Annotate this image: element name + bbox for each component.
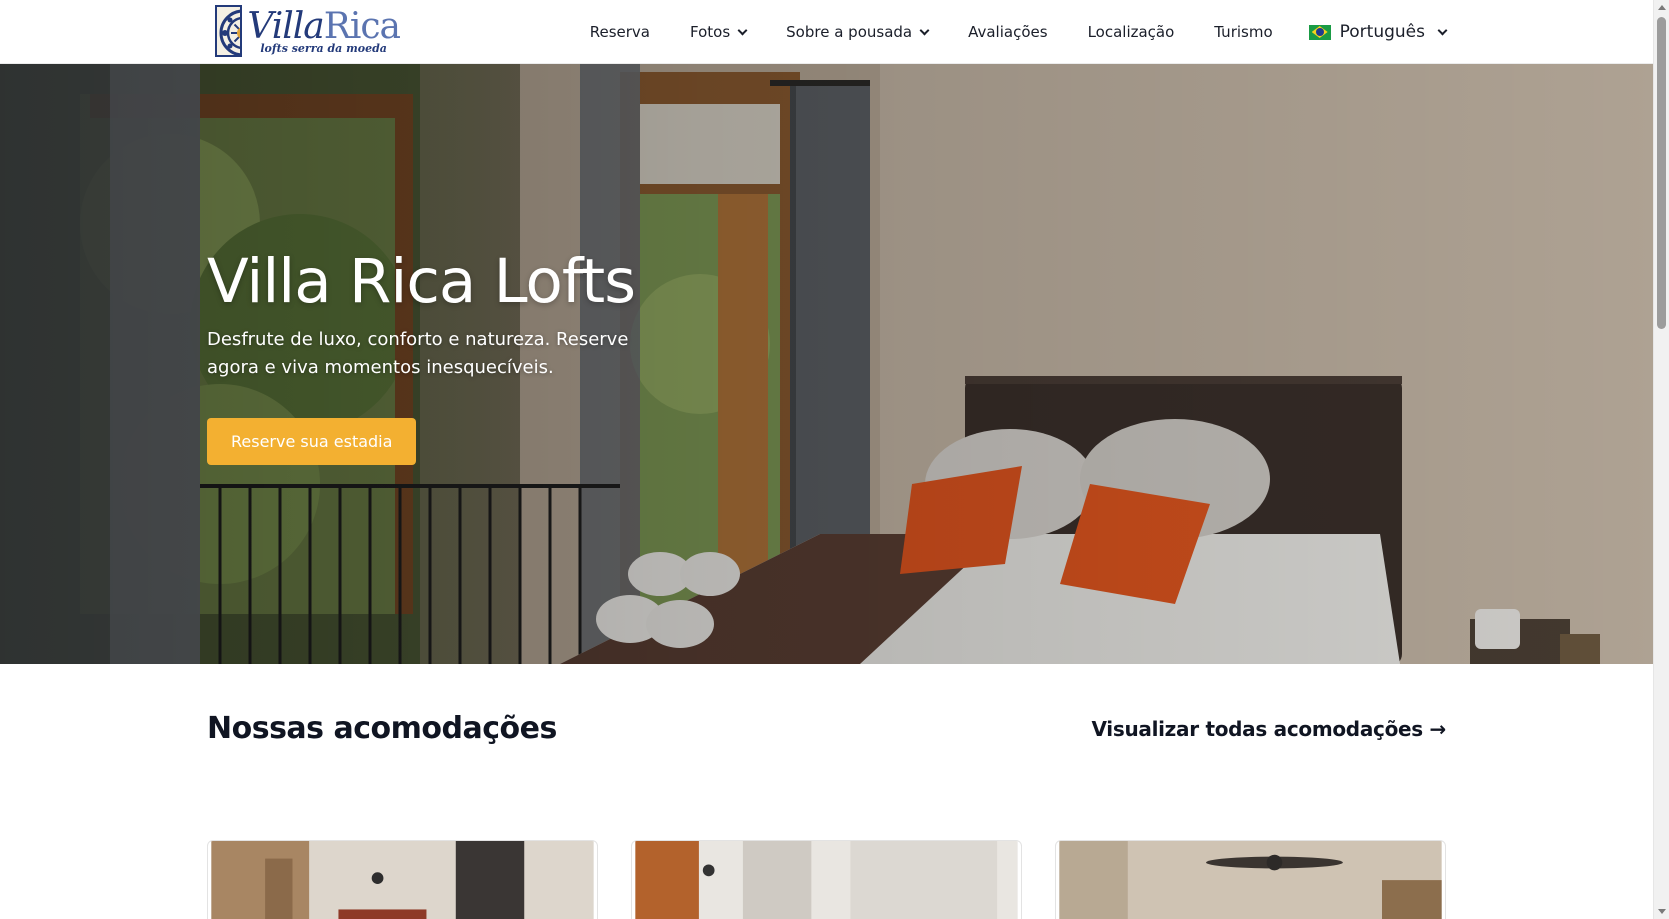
language-selector[interactable]: Português [1308, 22, 1448, 42]
accommodations-heading: Nossas acomodações [207, 711, 557, 746]
accommodation-card[interactable] [1055, 840, 1446, 919]
hero-subtitle: Desfrute de luxo, conforto e natureza. R… [207, 329, 629, 379]
chevron-down-icon [737, 25, 748, 35]
logo-tagline: lofts serra da moeda [260, 41, 387, 55]
accommodation-card[interactable] [631, 840, 1022, 919]
scroll-thumb[interactable] [1657, 17, 1666, 329]
page-scrollbar[interactable] [1653, 0, 1669, 919]
site-header: VillaRica lofts serra da moeda Reserva F… [0, 0, 1653, 64]
accommodation-photo [211, 841, 594, 919]
language-label: Português [1339, 22, 1425, 42]
nav-item-label: Reserva [589, 23, 650, 41]
view-all-accommodations-link[interactable]: Visualizar todas acomodações → [1091, 717, 1446, 741]
nav-item-label: Sobre a pousada [786, 23, 913, 41]
hero-title: Villa Rica Lofts [207, 246, 636, 317]
logo-wordmark: VillaRica lofts serra da moeda [247, 5, 401, 55]
nav-item-avaliacoes[interactable]: Avaliações [968, 23, 1047, 41]
accommodation-photo [1059, 841, 1442, 919]
hero-banner: Villa Rica Lofts Desfrute de luxo, confo… [0, 64, 1653, 664]
chevron-down-icon [919, 25, 930, 35]
nav-item-label: Turismo [1214, 23, 1273, 41]
hero-content: Villa Rica Lofts Desfrute de luxo, confo… [207, 246, 687, 466]
accommodation-card[interactable] [207, 840, 598, 919]
accommodation-photo [635, 841, 1018, 919]
azulejo-logo-icon [215, 5, 243, 57]
site-logo[interactable]: VillaRica lofts serra da moeda [215, 5, 401, 57]
nav-item-fotos[interactable]: Fotos [690, 23, 748, 41]
page-viewport: VillaRica lofts serra da moeda Reserva F… [0, 0, 1653, 919]
scroll-down-arrow-icon[interactable] [1658, 909, 1666, 914]
nav-item-turismo[interactable]: Turismo [1214, 23, 1272, 41]
logo-name: VillaRica [247, 5, 401, 47]
book-stay-button[interactable]: Reserve sua estadia [207, 418, 417, 466]
nav-item-localizacao[interactable]: Localização [1088, 23, 1175, 41]
main-menu: Reserva Fotos Sobre a pousada Avaliações… [590, 0, 1448, 64]
logo-word-villa: Villa [247, 5, 324, 47]
scroll-up-arrow-icon[interactable] [1658, 5, 1666, 10]
nav-item-label: Localização [1087, 23, 1175, 41]
nav-item-sobre-a-pousada[interactable]: Sobre a pousada [786, 23, 930, 41]
nav-item-label: Avaliações [968, 23, 1048, 41]
nav-item-label: Fotos [690, 23, 731, 41]
chevron-down-icon [1437, 25, 1448, 35]
brazil-flag-icon [1308, 24, 1331, 40]
logo-word-rica: Rica [323, 5, 401, 47]
nav-item-reserva[interactable]: Reserva [590, 23, 650, 41]
